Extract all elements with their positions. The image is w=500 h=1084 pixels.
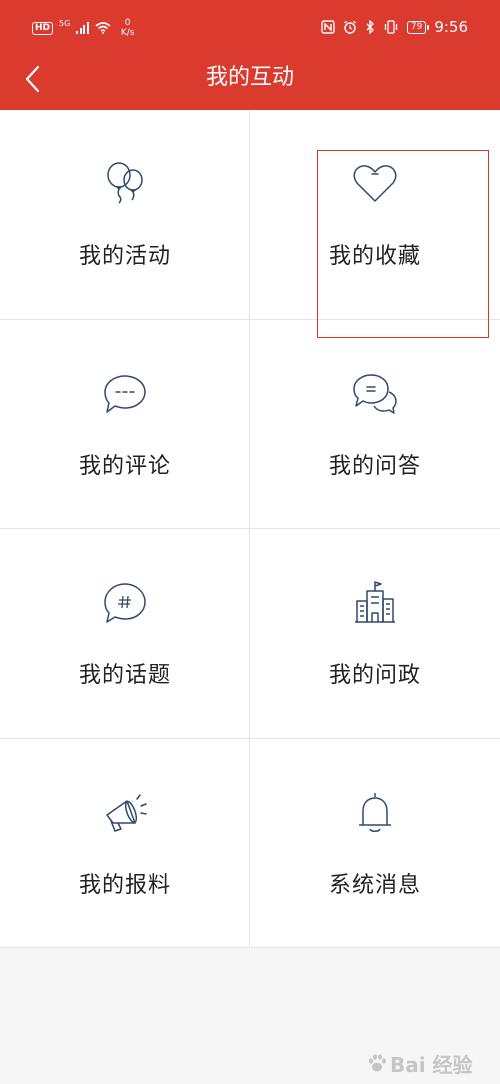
status-bar: HD 5G 0 K/s 79 9:56: [0, 0, 500, 50]
grid-item-label: 系统消息: [328, 872, 421, 898]
government-building-icon: [355, 581, 395, 623]
page-title: 我的互动: [205, 65, 294, 90]
baidu-watermark: Bai 经验: [366, 1048, 486, 1078]
vibrate-icon: [384, 20, 398, 34]
paw-logo-icon: [369, 1054, 386, 1072]
grid-item-label: 我的问政: [328, 663, 421, 688]
grid-item-label: 我的报料: [78, 872, 171, 898]
battery-level: 79: [406, 20, 430, 34]
status-right: 79 9:56: [321, 18, 468, 36]
hd-badge: HD: [32, 21, 54, 35]
wifi-icon: [95, 22, 111, 34]
network-speed-unit: K/s: [120, 28, 135, 38]
watermark-text: Bai 经验: [390, 1052, 473, 1077]
grid-item-system-messages[interactable]: 系统消息: [250, 739, 500, 948]
topic-hash-icon: [104, 583, 146, 623]
grid-item-favorites[interactable]: 我的收藏: [250, 110, 500, 320]
grid-item-topics[interactable]: 我的话题: [0, 529, 250, 739]
header-bar: HD 5G 0 K/s 79 9:56 我的互动: [0, 0, 500, 110]
grid-item-label: 我的活动: [78, 244, 171, 269]
bluetooth-icon: [366, 20, 374, 34]
status-time: 9:56: [434, 18, 468, 36]
grid-item-label: 我的收藏: [328, 244, 421, 269]
network-speed: 0 K/s: [121, 18, 135, 38]
grid-item-label: 我的问答: [328, 453, 421, 479]
grid-item-government-affairs[interactable]: 我的问政: [250, 529, 500, 739]
grid-item-news-tips[interactable]: 我的报料: [0, 738, 250, 948]
network-type: 5G: [59, 18, 71, 28]
grid-item-label: 我的话题: [78, 663, 171, 688]
grid-item-label: 我的评论: [78, 453, 171, 479]
alarm-icon: [343, 20, 356, 34]
interaction-grid: 我的活动 我的收藏 我的评论 我的问答 我的话题 我的问政 我的报料 系统消息: [0, 110, 500, 948]
comment-icon: [104, 374, 146, 413]
bell-icon: [359, 792, 391, 832]
qa-chat-icon: [353, 373, 397, 414]
balloons-icon: [107, 162, 143, 204]
megaphone-icon: [106, 793, 147, 832]
heart-icon: [353, 165, 397, 202]
nfc-icon: [321, 20, 335, 34]
network-speed-value: 0: [124, 18, 131, 28]
grid-item-qa[interactable]: 我的问答: [250, 320, 500, 529]
grid-item-activities[interactable]: 我的活动: [0, 110, 250, 320]
grid-item-comments[interactable]: 我的评论: [0, 319, 250, 529]
signal-strength-icon: [76, 22, 89, 34]
status-left: HD 5G 0 K/s: [32, 18, 134, 38]
